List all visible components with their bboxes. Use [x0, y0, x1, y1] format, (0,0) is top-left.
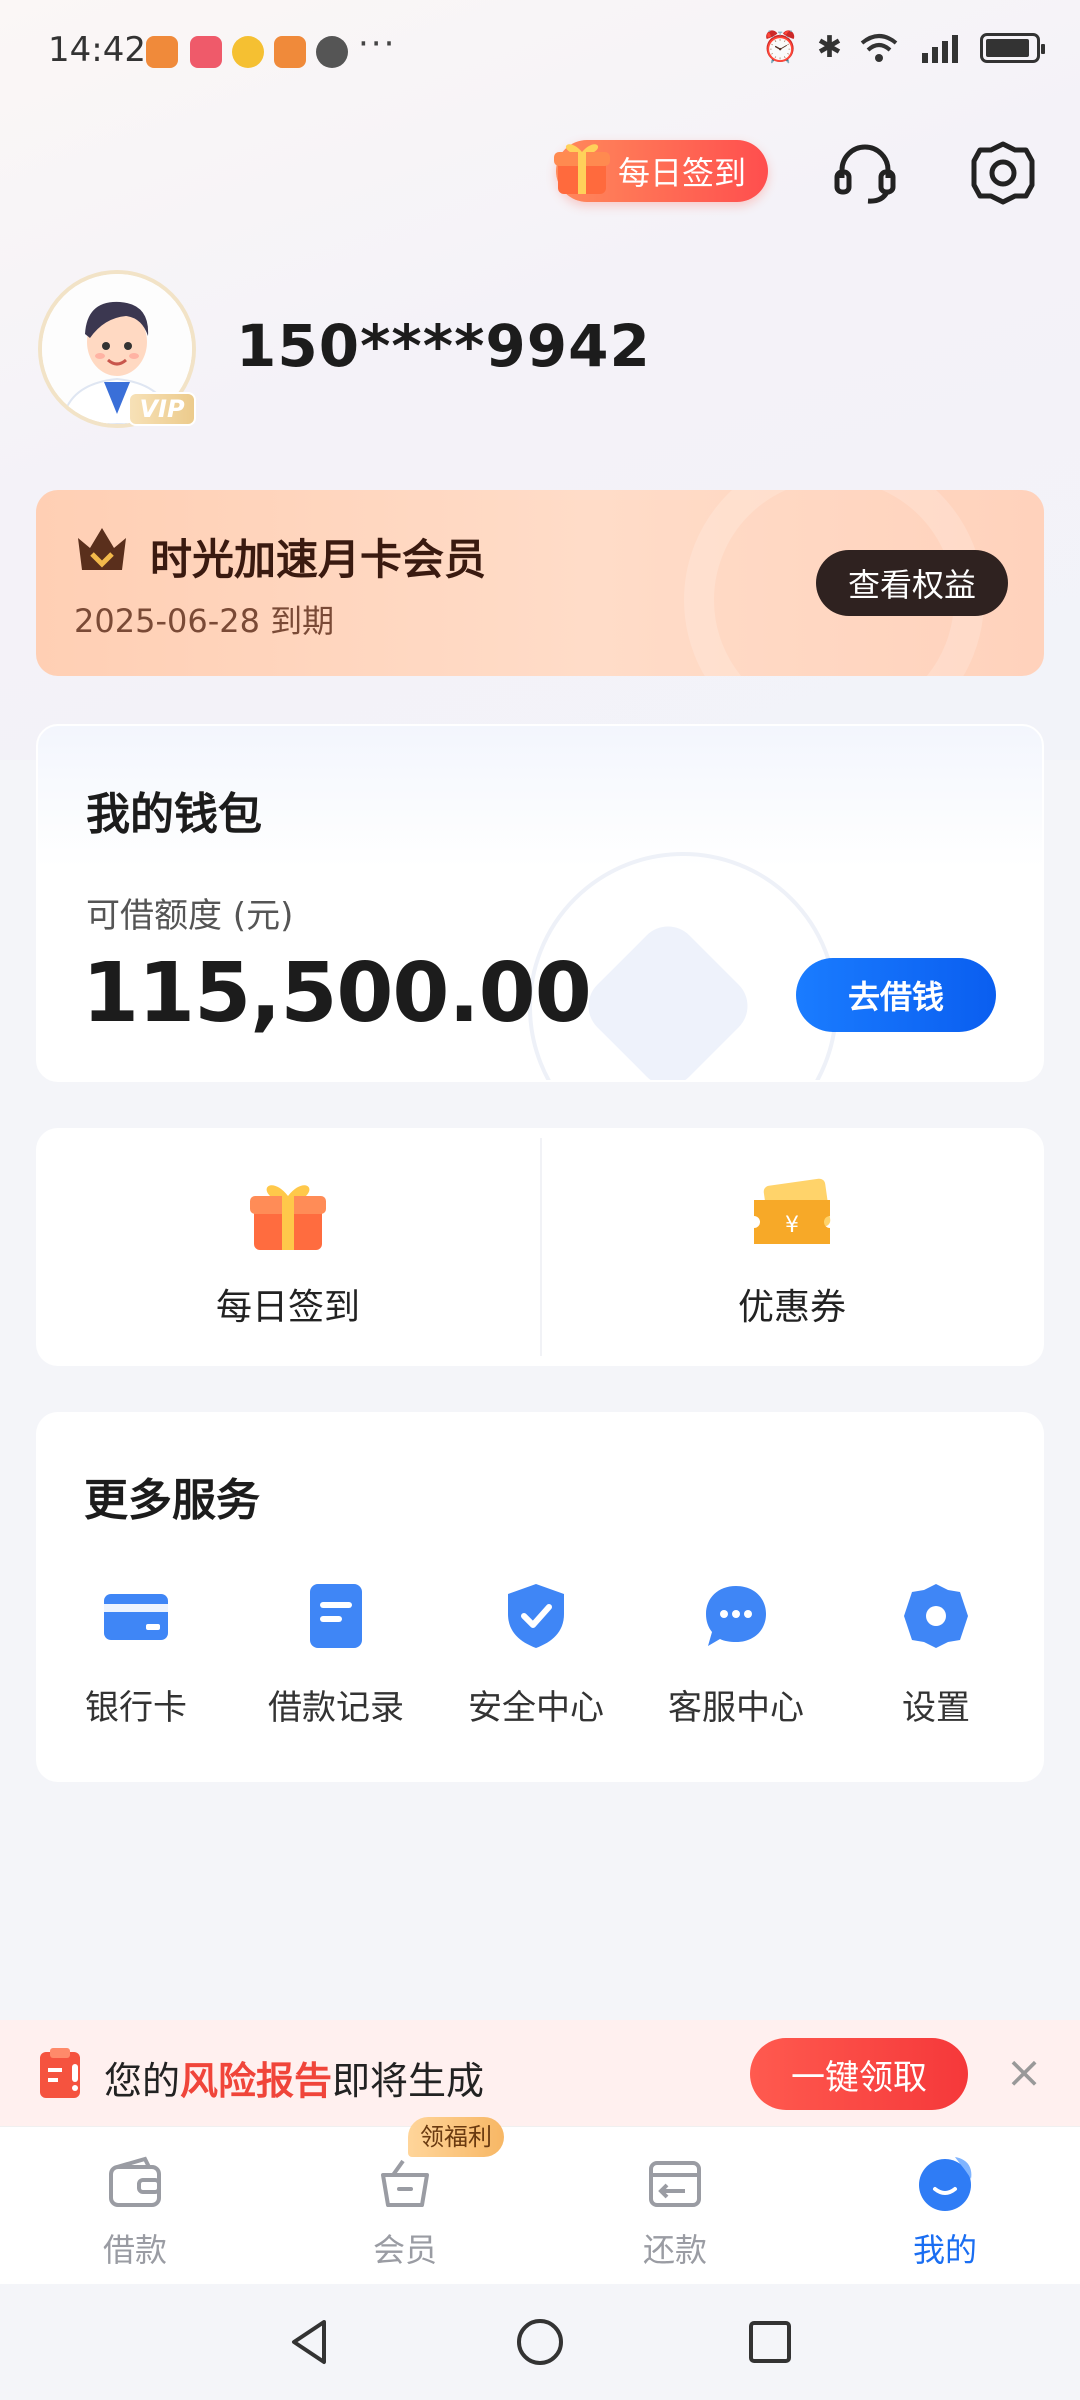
bluetooth-icon: ✱ — [816, 30, 842, 65]
status-bar: 14:42 ··· ⏰ ✱ — [0, 0, 1080, 100]
services-title: 更多服务 — [84, 1475, 260, 1526]
risk-text-suffix: 即将生成 — [332, 2059, 485, 2103]
document-icon — [310, 1584, 362, 1648]
nav-label: 还款 — [642, 2231, 707, 2269]
wifi-icon — [860, 33, 898, 62]
basket-icon — [381, 2159, 429, 2207]
risk-report-text: 您的风险报告即将生成 — [104, 2050, 484, 2105]
nav-tab-mine[interactable]: 我的 — [810, 2127, 1080, 2285]
signal-icon — [922, 34, 958, 63]
quick-action-label: 优惠券 — [737, 1287, 846, 1328]
nav-tab-loan[interactable]: 借款 — [0, 2127, 270, 2285]
service-settings[interactable]: 设置 — [836, 1582, 1036, 1742]
claim-report-button[interactable]: 一键领取 — [750, 2038, 968, 2110]
service-label: 安全中心 — [468, 1688, 604, 1728]
shield-icon — [508, 1584, 564, 1648]
status-more: ··· — [358, 24, 397, 64]
service-label: 银行卡 — [85, 1688, 187, 1728]
system-nav-bar — [0, 2284, 1080, 2400]
bottom-nav: 借款 领福利 会员 还款 我的 — [0, 2117, 1080, 2285]
headset-icon[interactable] — [830, 138, 900, 208]
back-icon[interactable] — [282, 2314, 338, 2370]
wallet-card: 我的钱包 可借额度 (元) 115,500.00 去借钱 — [36, 724, 1044, 1082]
crown-icon — [78, 528, 126, 570]
nav-label: 我的 — [912, 2231, 977, 2269]
nav-label: 借款 — [102, 2231, 167, 2269]
nav-tab-member[interactable]: 领福利 会员 — [270, 2117, 540, 2285]
gear-icon — [904, 1584, 968, 1648]
quick-action-coupon[interactable]: ¥ 优惠券 — [540, 1128, 1044, 1366]
svg-text:¥: ¥ — [785, 1213, 799, 1238]
daily-checkin-button[interactable]: 每日签到 — [554, 140, 768, 202]
recents-icon[interactable] — [742, 2314, 798, 2370]
risk-report-banner[interactable]: 您的风险报告即将生成 一键领取 × — [0, 2020, 1080, 2126]
gift-icon — [554, 144, 610, 194]
battery-icon — [980, 32, 1045, 63]
service-security-center[interactable]: 安全中心 — [436, 1582, 636, 1742]
credit-limit-label: 可借额度 (元) — [86, 896, 294, 936]
quick-action-checkin[interactable]: 每日签到 — [36, 1128, 540, 1366]
status-time: 14:42 — [48, 30, 146, 70]
quick-actions-card: 每日签到 ¥ 优惠券 — [36, 1128, 1044, 1366]
nav-label: 会员 — [372, 2231, 437, 2269]
more-services-card: 更多服务 银行卡 借款记录 安全中心 客服中心 设置 — [36, 1412, 1044, 1782]
service-bank-card[interactable]: 银行卡 — [36, 1582, 236, 1742]
profile-icon — [919, 2157, 972, 2211]
close-icon[interactable]: × — [1002, 2046, 1046, 2100]
risk-text-highlight: 风险报告 — [180, 2059, 333, 2103]
welfare-badge: 领福利 — [408, 2117, 504, 2157]
service-label: 设置 — [902, 1688, 970, 1728]
home-icon[interactable] — [512, 2314, 568, 2370]
service-label: 借款记录 — [268, 1688, 404, 1728]
wallet-icon — [109, 2156, 161, 2207]
repay-icon — [649, 2161, 701, 2207]
status-app-icon — [146, 36, 178, 68]
service-loan-records[interactable]: 借款记录 — [236, 1582, 436, 1742]
daily-checkin-label: 每日签到 — [617, 154, 746, 192]
vip-badge: VIP — [128, 392, 196, 426]
status-indicators: ⏰ ✱ — [761, 30, 1045, 65]
report-alert-icon — [40, 2048, 80, 2098]
settings-gear-icon[interactable] — [968, 138, 1038, 208]
message-icon — [316, 36, 348, 68]
quick-action-label: 每日签到 — [215, 1287, 360, 1328]
wallet-title: 我的钱包 — [86, 789, 262, 840]
view-benefits-button[interactable]: 查看权益 — [816, 550, 1008, 616]
member-card[interactable]: 时光加速月卡会员 2025-06-28 到期 查看权益 — [36, 490, 1044, 676]
status-app-icon — [190, 36, 222, 68]
alarm-icon: ⏰ — [761, 30, 799, 65]
service-label: 客服中心 — [668, 1688, 804, 1728]
status-app-icon — [232, 36, 264, 68]
risk-text-prefix: 您的 — [104, 2059, 181, 2103]
coupon-icon: ¥ — [754, 1178, 831, 1244]
member-title: 时光加速月卡会员 — [150, 535, 487, 584]
chat-bubble-icon — [706, 1586, 766, 1646]
bank-card-icon — [104, 1594, 168, 1640]
member-expiry: 2025-06-28 到期 — [74, 602, 335, 640]
borrow-button[interactable]: 去借钱 — [796, 958, 996, 1032]
status-app-icon — [274, 36, 306, 68]
service-customer-center[interactable]: 客服中心 — [636, 1582, 836, 1742]
credit-limit-amount: 115,500.00 — [82, 946, 592, 1041]
nav-tab-repay[interactable]: 还款 — [540, 2127, 810, 2285]
user-phone: 150****9942 — [236, 312, 651, 380]
gift-icon — [250, 1185, 326, 1250]
